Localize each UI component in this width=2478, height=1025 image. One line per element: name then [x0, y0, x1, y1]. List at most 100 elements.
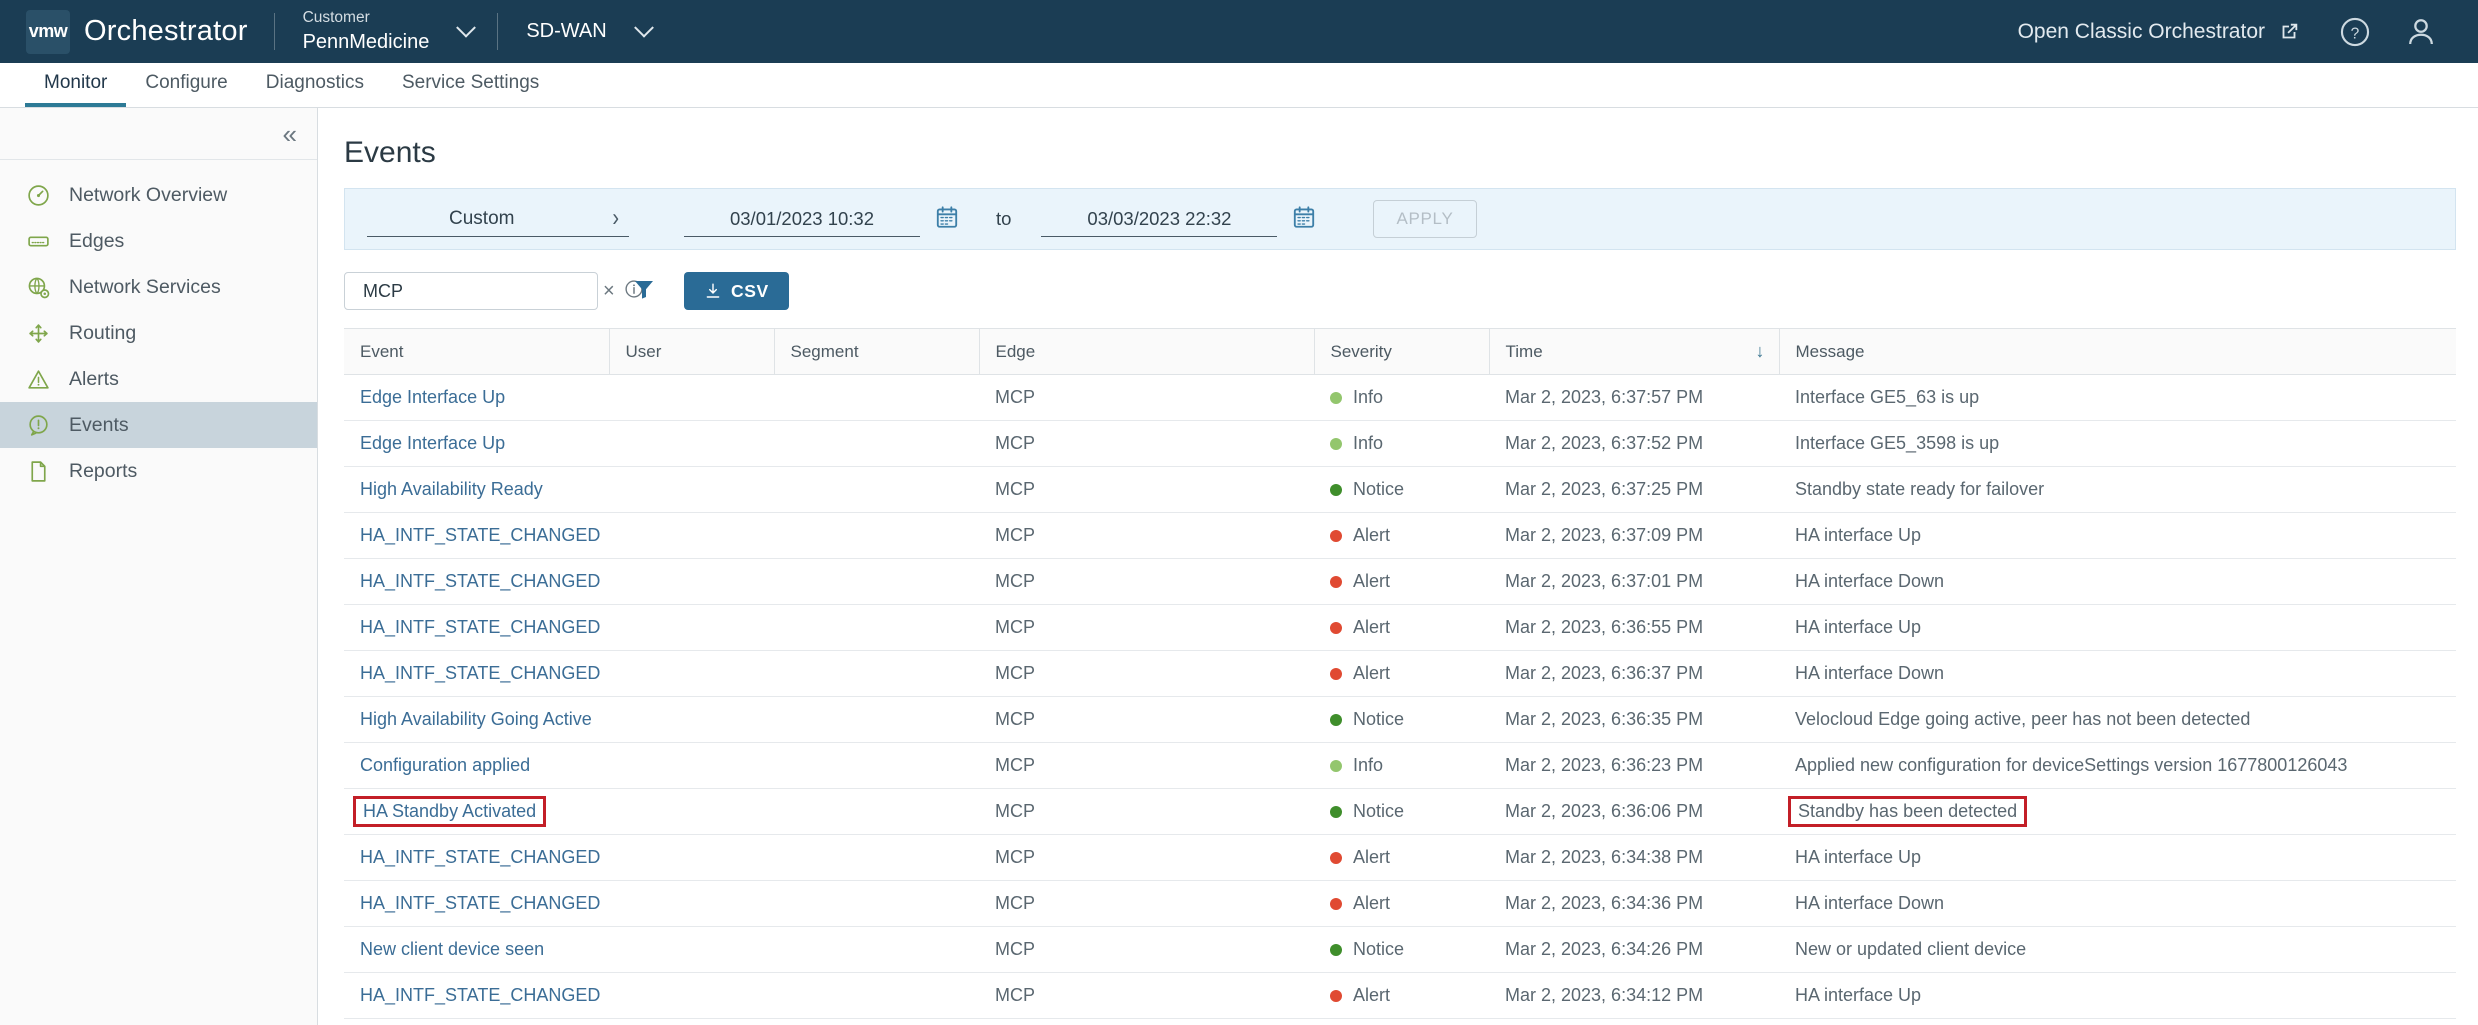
severity-dot-icon	[1330, 852, 1342, 864]
sidebar-item-network-services[interactable]: Network Services	[0, 264, 317, 310]
tab-monitor-label: Monitor	[44, 72, 107, 94]
cell-segment	[774, 835, 979, 881]
cell-message: HA interface Up	[1779, 605, 2456, 651]
table-row[interactable]: HA_INTF_STATE_CHANGEDMCPAlertMar 2, 2023…	[344, 513, 2456, 559]
start-date-input[interactable]: 03/01/2023 10:32	[684, 201, 920, 237]
cell-time: Mar 2, 2023, 6:34:36 PM	[1489, 881, 1779, 927]
sidebar-collapse-button[interactable]: «	[0, 108, 317, 160]
tab-configure[interactable]: Configure	[126, 63, 246, 107]
severity-dot-icon	[1330, 668, 1342, 680]
cell-user	[609, 651, 774, 697]
help-button[interactable]: ?	[2322, 0, 2388, 63]
cell-event: Edge Interface Up	[344, 421, 609, 467]
sort-descending-icon: ↓	[1756, 341, 1765, 362]
user-menu-button[interactable]	[2388, 0, 2454, 63]
download-icon	[704, 282, 722, 300]
event-link[interactable]: HA_INTF_STATE_CHANGED	[360, 525, 600, 545]
sidebar-item-network-overview[interactable]: Network Overview	[0, 172, 317, 218]
event-link[interactable]: HA_INTF_STATE_CHANGED	[360, 571, 600, 591]
cell-event: HA_INTF_STATE_CHANGED	[344, 605, 609, 651]
table-row[interactable]: HA_INTF_STATE_CHANGEDMCPAlertMar 2, 2023…	[344, 835, 2456, 881]
severity-dot-icon	[1330, 576, 1342, 588]
column-header-edge-label: Edge	[996, 342, 1036, 361]
cell-edge: MCP	[979, 467, 1314, 513]
tab-diagnostics[interactable]: Diagnostics	[247, 63, 383, 107]
csv-export-button[interactable]: CSV	[684, 272, 789, 310]
cell-time: Mar 2, 2023, 6:37:09 PM	[1489, 513, 1779, 559]
severity-badge: Alert	[1330, 893, 1489, 914]
severity-dot-icon	[1330, 484, 1342, 496]
event-link[interactable]: Edge Interface Up	[360, 433, 505, 453]
clear-search-icon[interactable]: ×	[603, 281, 615, 301]
start-date-calendar-icon[interactable]	[934, 204, 960, 235]
event-link[interactable]: New client device seen	[360, 939, 544, 959]
severity-dot-icon	[1330, 760, 1342, 772]
table-row[interactable]: HA_INTF_STATE_CHANGEDMCPAlertMar 2, 2023…	[344, 881, 2456, 927]
severity-label: Alert	[1353, 617, 1390, 638]
table-row[interactable]: HA_INTF_STATE_CHANGEDMCPAlertMar 2, 2023…	[344, 559, 2456, 605]
event-link[interactable]: High Availability Going Active	[360, 709, 592, 729]
brand-area: vmw Orchestrator	[0, 0, 274, 63]
search-input[interactable]	[363, 281, 595, 302]
sidebar-item-edges[interactable]: Edges	[0, 218, 317, 264]
table-row[interactable]: HA_INTF_STATE_CHANGEDMCPAlertMar 2, 2023…	[344, 605, 2456, 651]
cell-message: New or updated client device	[1779, 927, 2456, 973]
table-row[interactable]: High Availability Going ActiveMCPNoticeM…	[344, 697, 2456, 743]
cell-severity: Alert	[1314, 605, 1489, 651]
table-row[interactable]: HA_INTF_STATE_CHANGEDMCPAlertMar 2, 2023…	[344, 973, 2456, 1019]
tab-service-settings[interactable]: Service Settings	[383, 63, 558, 107]
cell-time: Mar 2, 2023, 6:36:37 PM	[1489, 651, 1779, 697]
table-row[interactable]: HA_INTF_STATE_CHANGEDMCPAlertMar 2, 2023…	[344, 651, 2456, 697]
customer-selector[interactable]: Customer PennMedicine	[275, 0, 498, 63]
column-header-segment[interactable]: Segment	[774, 329, 979, 375]
column-header-severity[interactable]: Severity	[1314, 329, 1489, 375]
sidebar-item-reports[interactable]: Reports	[0, 448, 317, 494]
search-box[interactable]: ×	[344, 272, 598, 310]
event-link-highlighted[interactable]: HA Standby Activated	[353, 796, 546, 827]
vmware-logo-text: vmw	[29, 21, 68, 42]
event-link[interactable]: HA_INTF_STATE_CHANGED	[360, 985, 600, 1005]
table-row[interactable]: New client device seenMCPNoticeMar 2, 20…	[344, 927, 2456, 973]
cell-severity: Notice	[1314, 789, 1489, 835]
event-link[interactable]: HA_INTF_STATE_CHANGED	[360, 617, 600, 637]
event-link[interactable]: Configuration applied	[360, 755, 530, 775]
severity-label: Info	[1353, 387, 1383, 408]
table-row[interactable]: Configuration appliedMCPInfoMar 2, 2023,…	[344, 743, 2456, 789]
event-link[interactable]: HA_INTF_STATE_CHANGED	[360, 663, 600, 683]
range-preset-select[interactable]: Custom ›	[367, 201, 629, 237]
cell-user	[609, 881, 774, 927]
sidebar-item-events[interactable]: Events	[0, 402, 317, 448]
cell-segment	[774, 973, 979, 1019]
column-header-message[interactable]: Message	[1779, 329, 2456, 375]
table-row[interactable]: Edge Interface UpMCPInfoMar 2, 2023, 6:3…	[344, 375, 2456, 421]
column-header-time[interactable]: Time ↓	[1489, 329, 1779, 375]
cell-user	[609, 513, 774, 559]
event-link[interactable]: HA_INTF_STATE_CHANGED	[360, 847, 600, 867]
column-header-event[interactable]: Event	[344, 329, 609, 375]
end-date-input[interactable]: 03/03/2023 22:32	[1041, 201, 1277, 237]
end-date-calendar-icon[interactable]	[1291, 204, 1317, 235]
event-link[interactable]: High Availability Ready	[360, 479, 543, 499]
table-row[interactable]: Edge Interface UpMCPInfoMar 2, 2023, 6:3…	[344, 421, 2456, 467]
sidebar-item-alerts[interactable]: Alerts	[0, 356, 317, 402]
tab-monitor[interactable]: Monitor	[25, 63, 126, 107]
sidebar-item-routing[interactable]: Routing	[0, 310, 317, 356]
cell-severity: Info	[1314, 743, 1489, 789]
funnel-filter-icon[interactable]	[632, 277, 656, 306]
cell-user	[609, 835, 774, 881]
column-header-user[interactable]: User	[609, 329, 774, 375]
cell-edge: MCP	[979, 375, 1314, 421]
event-link[interactable]: Edge Interface Up	[360, 387, 505, 407]
apply-button[interactable]: APPLY	[1373, 200, 1476, 238]
event-link[interactable]: HA_INTF_STATE_CHANGED	[360, 893, 600, 913]
severity-badge: Info	[1330, 387, 1489, 408]
open-classic-orchestrator-link[interactable]: Open Classic Orchestrator	[1996, 20, 2322, 44]
service-selector[interactable]: SD-WAN	[498, 0, 674, 63]
cell-segment	[774, 421, 979, 467]
cell-user	[609, 421, 774, 467]
column-header-edge[interactable]: Edge	[979, 329, 1314, 375]
table-row[interactable]: HA Standby ActivatedMCPNoticeMar 2, 2023…	[344, 789, 2456, 835]
cell-event: HA_INTF_STATE_CHANGED	[344, 559, 609, 605]
column-header-message-label: Message	[1796, 342, 1865, 361]
table-row[interactable]: High Availability ReadyMCPNoticeMar 2, 2…	[344, 467, 2456, 513]
